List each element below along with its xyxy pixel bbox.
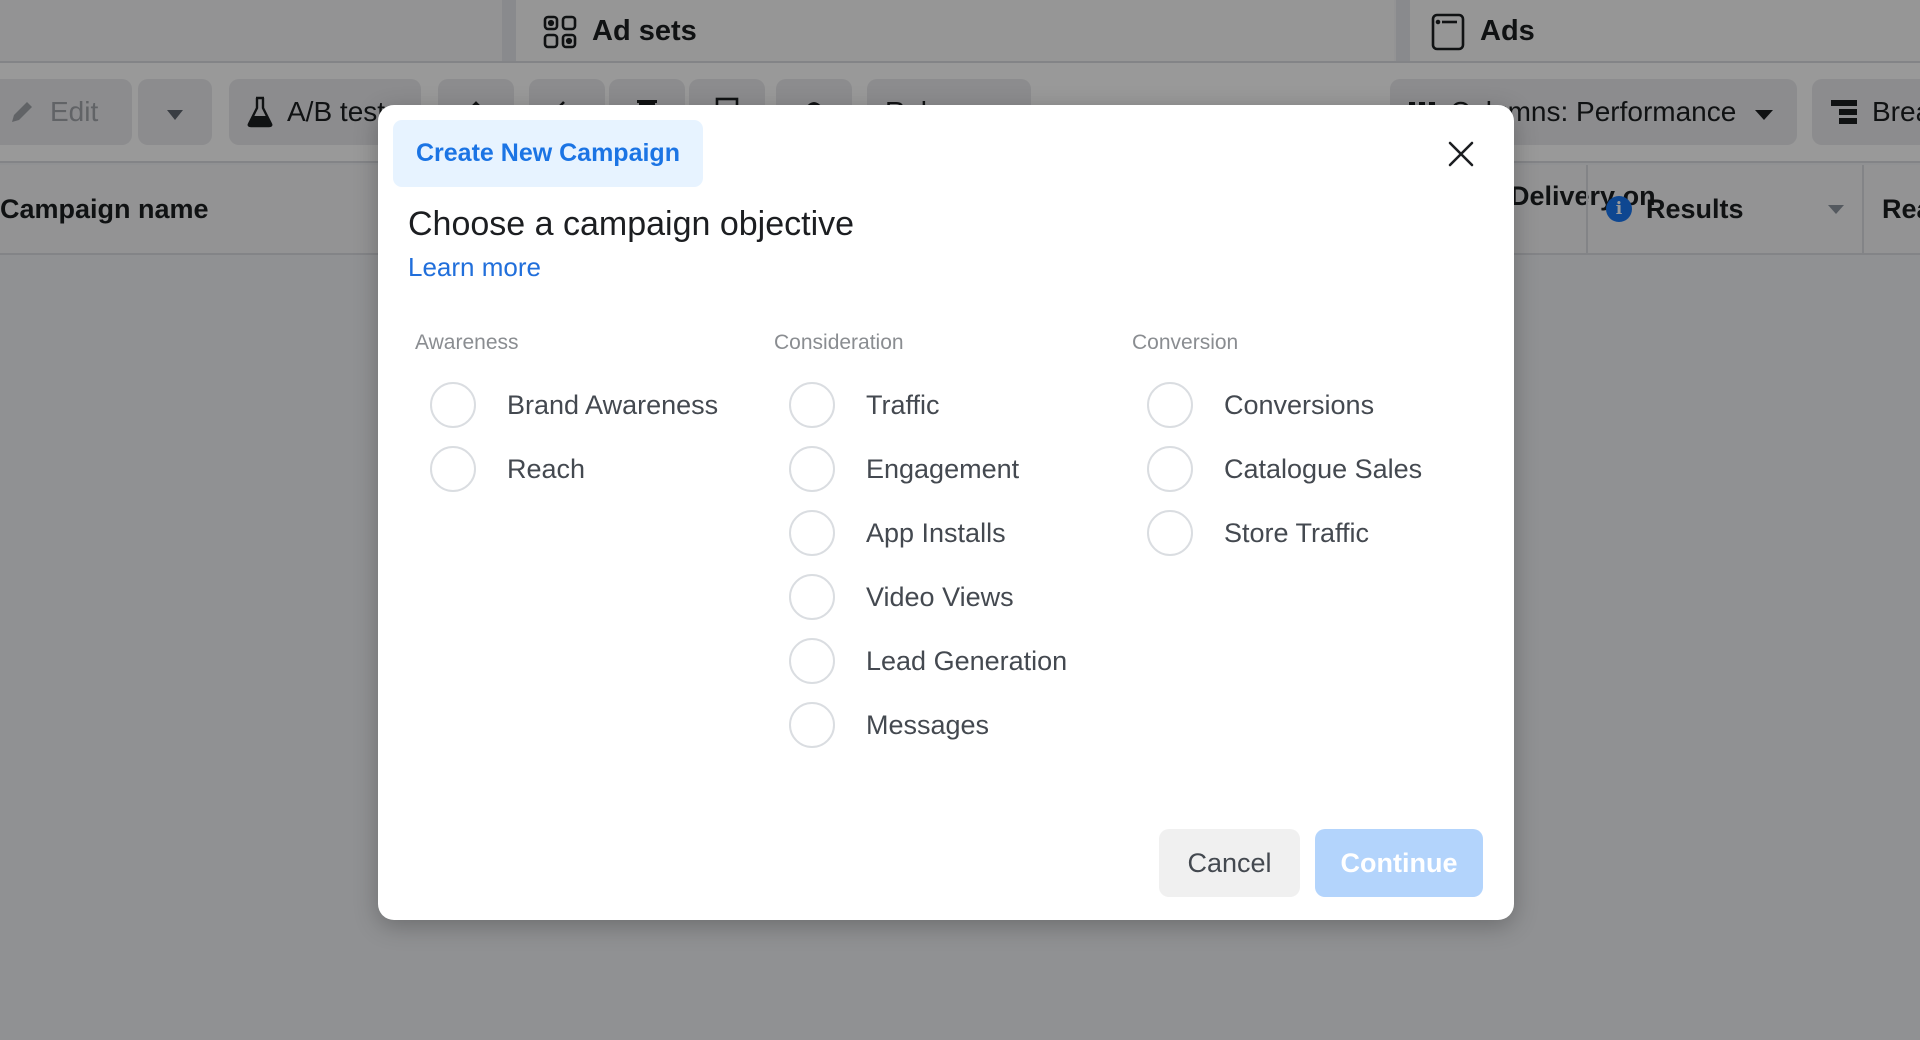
objective-option[interactable]: Messages — [774, 693, 1114, 757]
option-label: App Installs — [866, 517, 1006, 548]
option-label: Catalogue Sales — [1224, 453, 1423, 484]
option-label: Reach — [507, 453, 586, 484]
continue-button[interactable]: Continue — [1315, 829, 1483, 897]
option-label: Video Views — [866, 581, 1014, 612]
objective-option[interactable]: Lead Generation — [774, 629, 1114, 693]
dialog-tag: Create New Campaign — [393, 120, 703, 187]
radio-button[interactable] — [789, 574, 835, 620]
radio-button[interactable] — [1147, 382, 1193, 428]
radio-button[interactable] — [430, 382, 476, 428]
objective-option[interactable]: Engagement — [774, 437, 1114, 501]
objective-group-awareness: Awareness Brand Awareness Reach — [415, 331, 755, 501]
objective-option[interactable]: Traffic — [774, 373, 1114, 437]
objective-option[interactable]: Reach — [415, 437, 755, 501]
objective-option[interactable]: Video Views — [774, 565, 1114, 629]
radio-button[interactable] — [789, 638, 835, 684]
option-label: Engagement — [866, 453, 1020, 484]
radio-button[interactable] — [1147, 510, 1193, 556]
option-label: Conversions — [1224, 389, 1375, 420]
radio-button[interactable] — [789, 510, 835, 556]
objective-option[interactable]: Store Traffic — [1132, 501, 1472, 565]
radio-button[interactable] — [430, 446, 476, 492]
radio-button[interactable] — [789, 382, 835, 428]
objective-option[interactable]: Conversions — [1132, 373, 1472, 437]
close-button[interactable] — [1438, 133, 1484, 179]
option-label: Messages — [866, 709, 990, 740]
objective-option[interactable]: Catalogue Sales — [1132, 437, 1472, 501]
group-heading: Consideration — [774, 331, 904, 354]
group-heading: Awareness — [415, 331, 519, 354]
close-icon — [1447, 140, 1475, 173]
radio-button[interactable] — [789, 446, 835, 492]
option-label: Traffic — [866, 389, 940, 420]
objective-group-conversion: Conversion Conversions Catalogue Sales S… — [1132, 331, 1472, 565]
option-label: Store Traffic — [1224, 517, 1370, 548]
learn-more-link[interactable]: Learn more — [408, 252, 541, 283]
option-label: Lead Generation — [866, 645, 1068, 676]
objective-option[interactable]: App Installs — [774, 501, 1114, 565]
objective-group-consideration: Consideration Traffic Engagement App Ins… — [774, 331, 1114, 757]
option-label: Brand Awareness — [507, 389, 719, 420]
create-campaign-dialog: Create New Campaign Choose a campaign ob… — [378, 105, 1514, 920]
objective-option[interactable]: Brand Awareness — [415, 373, 755, 437]
radio-button[interactable] — [789, 702, 835, 748]
radio-button[interactable] — [1147, 446, 1193, 492]
cancel-button[interactable]: Cancel — [1159, 829, 1300, 897]
dialog-title: Choose a campaign objective — [408, 205, 855, 243]
group-heading: Conversion — [1132, 331, 1239, 354]
